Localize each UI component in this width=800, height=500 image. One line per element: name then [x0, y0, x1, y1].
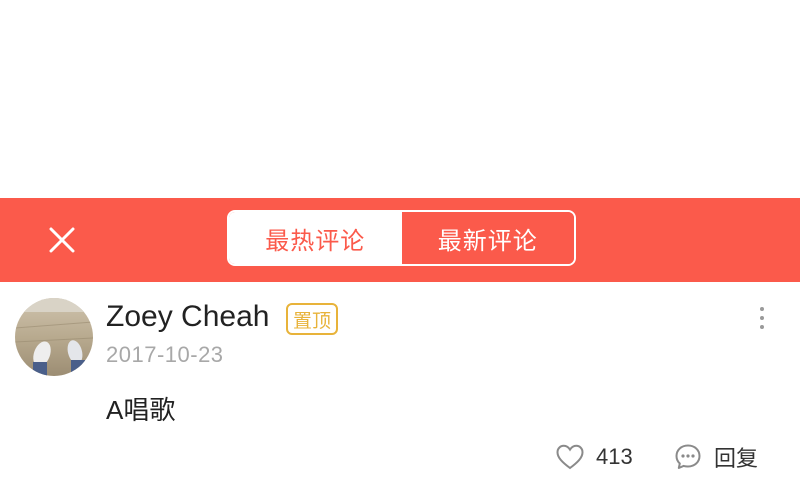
comment-sort-tabs: 最热评论 最新评论	[227, 210, 576, 266]
more-vertical-icon	[760, 307, 764, 329]
comment-text: A唱歌	[106, 395, 176, 425]
close-button[interactable]	[40, 218, 84, 262]
close-icon	[49, 227, 75, 253]
avatar[interactable]	[15, 298, 93, 376]
comment-item: Zoey Cheah 置顶 2017-10-23 A唱歌 413 回复	[0, 282, 800, 500]
pinned-badge: 置顶	[286, 303, 339, 335]
tab-hot-comments[interactable]: 最热评论	[229, 212, 402, 264]
like-count: 413	[596, 444, 633, 469]
like-button[interactable]: 413	[556, 440, 633, 474]
heart-icon	[556, 444, 584, 470]
reply-button[interactable]: 回复	[674, 440, 758, 474]
comments-header-bar: 最热评论 最新评论	[0, 198, 800, 282]
tab-latest-comments[interactable]: 最新评论	[401, 212, 574, 264]
more-button[interactable]	[748, 302, 776, 334]
top-blank-area	[0, 0, 800, 198]
reply-label: 回复	[714, 446, 759, 471]
comment-bubble-icon	[675, 444, 701, 469]
comment-author[interactable]: Zoey Cheah	[106, 300, 269, 334]
avatar-image	[15, 298, 93, 376]
comment-date: 2017-10-23	[106, 342, 224, 367]
